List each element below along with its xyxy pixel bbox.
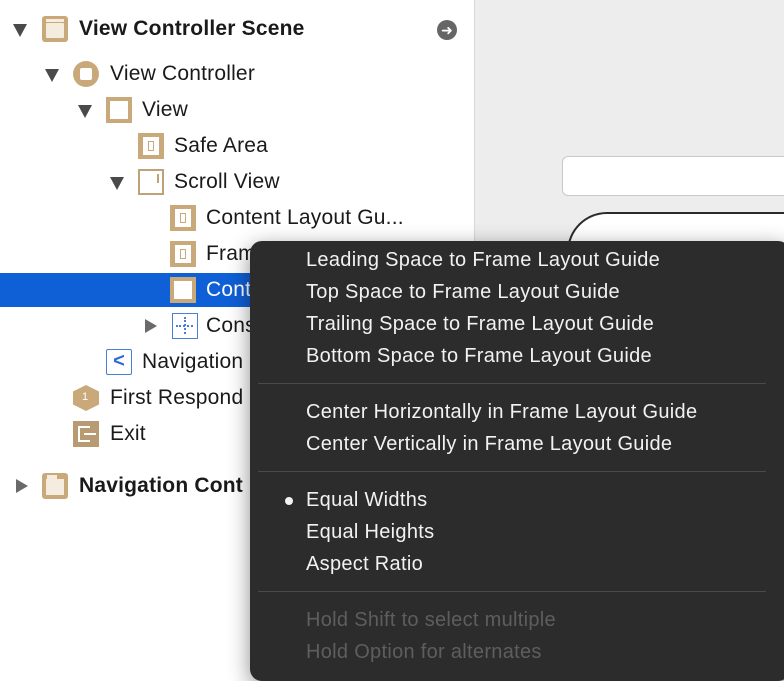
canvas-search-field[interactable] <box>562 156 784 196</box>
go-to-arrow-icon[interactable]: ➜ <box>437 20 457 40</box>
outline-row-label: Cont <box>206 278 252 301</box>
outline-row-label: First Respond <box>110 386 244 409</box>
outline-row-view-controller-scene[interactable]: View Controller Scene ➜ <box>0 12 474 46</box>
outline-row-content-layout-guide[interactable]: Content Layout Gu... <box>0 201 474 235</box>
outline-row-label: Scroll View <box>174 170 280 193</box>
navigation-icon: < <box>106 349 132 375</box>
outline-row-label: View <box>142 98 188 121</box>
checkmark-bullet-icon <box>285 497 293 505</box>
menu-item-aspect-ratio[interactable]: Aspect Ratio <box>306 553 423 576</box>
outline-row-view[interactable]: View <box>0 93 474 127</box>
menu-hint-option: Hold Option for alternates <box>306 641 542 663</box>
menu-item-center-vertically[interactable]: Center Vertically in Frame Layout Guide <box>306 433 672 456</box>
view-icon <box>106 97 132 123</box>
menu-separator <box>258 471 766 472</box>
disclosure-closed-icon[interactable] <box>16 479 28 493</box>
outline-row-label: Exit <box>110 422 146 445</box>
disclosure-open-icon[interactable] <box>110 177 124 190</box>
outline-row-safe-area[interactable]: Safe Area <box>0 129 474 163</box>
menu-separator <box>258 591 766 592</box>
outline-row-view-controller[interactable]: View Controller <box>0 57 474 91</box>
outline-row-label: Navigation <box>142 350 244 373</box>
menu-item-center-horizontally[interactable]: Center Horizontally in Frame Layout Guid… <box>306 401 697 424</box>
outline-row-label: Content Layout Gu... <box>206 206 404 229</box>
outline-row-label: Safe Area <box>174 134 269 157</box>
constraints-icon <box>172 313 198 339</box>
outline-row-label: Navigation Cont <box>79 474 243 497</box>
outline-row-label: View Controller Scene <box>79 17 305 40</box>
menu-item-leading-space[interactable]: Leading Space to Frame Layout Guide <box>306 249 660 272</box>
menu-item-equal-widths[interactable]: Equal Widths <box>306 489 427 512</box>
layout-guide-icon <box>170 241 196 267</box>
outline-row-label: Cons <box>206 314 256 337</box>
first-responder-icon <box>73 385 99 411</box>
disclosure-open-icon[interactable] <box>78 105 92 118</box>
menu-item-top-space[interactable]: Top Space to Frame Layout Guide <box>306 281 620 304</box>
exit-icon <box>73 421 99 447</box>
outline-row-label: View Controller <box>110 62 256 85</box>
navigation-scene-icon <box>42 473 68 499</box>
layout-guide-icon <box>170 205 196 231</box>
disclosure-open-icon[interactable] <box>45 69 59 82</box>
view-controller-icon <box>73 61 99 87</box>
menu-item-trailing-space[interactable]: Trailing Space to Frame Layout Guide <box>306 313 654 336</box>
menu-item-bottom-space[interactable]: Bottom Space to Frame Layout Guide <box>306 345 652 368</box>
scene-icon <box>42 16 68 42</box>
constraint-context-menu: Leading Space to Frame Layout Guide Top … <box>250 241 784 681</box>
outline-row-label: Fram <box>206 242 256 265</box>
view-icon <box>170 277 196 303</box>
scroll-view-icon <box>138 169 164 195</box>
menu-separator <box>258 383 766 384</box>
menu-item-equal-heights[interactable]: Equal Heights <box>306 521 434 544</box>
disclosure-closed-icon[interactable] <box>145 319 157 333</box>
layout-guide-icon <box>138 133 164 159</box>
outline-row-scroll-view[interactable]: Scroll View <box>0 165 474 199</box>
disclosure-open-icon[interactable] <box>13 24 27 37</box>
menu-hint-shift: Hold Shift to select multiple <box>306 609 556 631</box>
